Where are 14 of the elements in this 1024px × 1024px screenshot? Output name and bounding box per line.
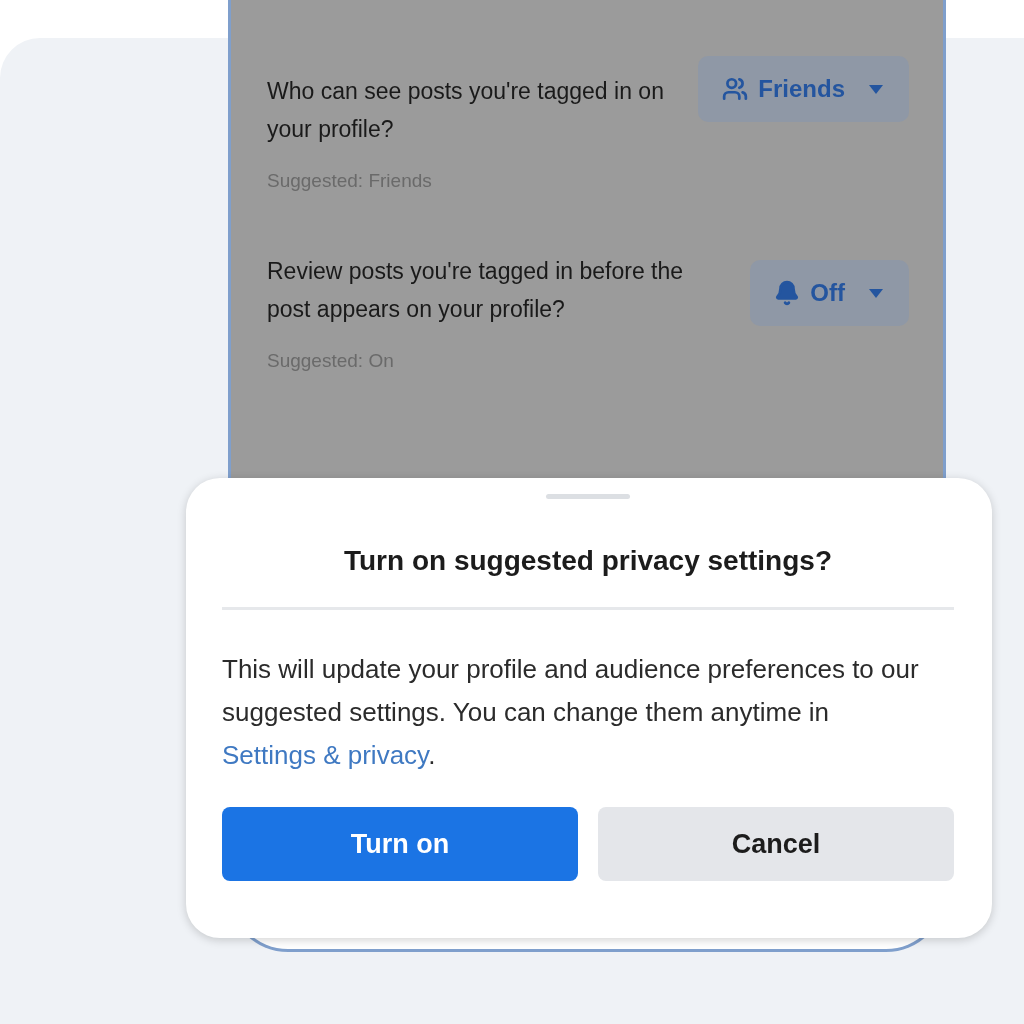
sheet-title: Turn on suggested privacy settings? — [343, 545, 833, 577]
setting-question: Review posts you're tagged in before the post appears on your profile? — [267, 257, 685, 324]
audience-dropdown[interactable]: Off — [750, 260, 909, 326]
caret-icon — [869, 84, 883, 94]
caret-icon — [869, 288, 883, 298]
people-icon — [722, 76, 749, 102]
drag-handle[interactable] — [546, 494, 630, 499]
turn-on-button[interactable]: Turn on — [222, 807, 578, 881]
bell-icon — [774, 280, 801, 306]
settings-link[interactable]: Settings & privacy — [222, 740, 429, 770]
setting-question: Who can see posts you're tagged in on your profile? — [267, 77, 665, 144]
cancel-button[interactable]: Cancel — [598, 807, 954, 881]
sheet-message: This will update your profile and audience preferences to our suggested settings. You can change them anytime in Settings & privacy. — [222, 653, 920, 772]
audience-dropdown[interactable]: Friends — [698, 56, 909, 122]
